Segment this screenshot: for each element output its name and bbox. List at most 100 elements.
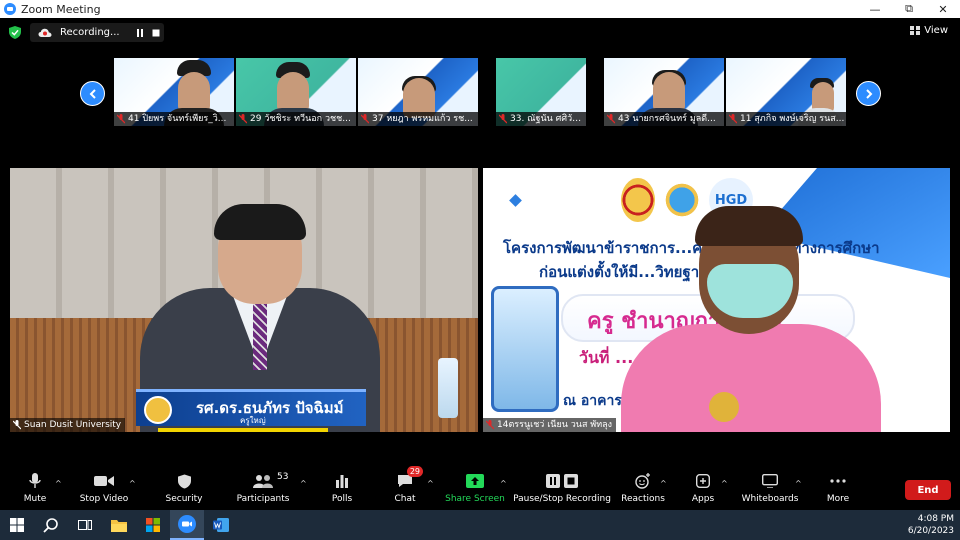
chat-options-caret-icon[interactable]: ^	[427, 479, 434, 488]
participant-thumbnail[interactable]: 37 หยฎา พรหมแก้ว รช...	[358, 58, 478, 126]
reactions-button[interactable]: Reactions	[621, 470, 665, 504]
word-app-icon	[213, 518, 229, 532]
university-emblem-icon	[144, 396, 172, 424]
mute-button[interactable]: Mute	[18, 470, 52, 504]
search-icon	[43, 518, 58, 533]
participant-thumbnail[interactable]: 33. ณัฐนัน ศศิวัจนีฟลิฐ ...	[496, 58, 586, 126]
share-screen-button[interactable]: Share Screen	[445, 470, 505, 504]
participant-thumbnail-strip: 41 ปิยพร จันทร์เพียร_วิ... 29 วัชชิระ ทว…	[114, 58, 848, 126]
stop-video-label: Stop Video	[79, 494, 129, 504]
thumbnails-next-button[interactable]	[856, 81, 881, 106]
pause-stop-recording-icon	[546, 474, 578, 488]
thumbnail-name: 43 นายกรศจินทร์ มูลดี...	[618, 114, 716, 124]
chat-unread-badge: 29	[406, 466, 423, 477]
more-button[interactable]: More	[824, 470, 852, 504]
muted-mic-icon	[607, 114, 615, 124]
video-label-right: 14ตรรนูเชว่ เนียน วนส พัทลุง	[483, 418, 617, 432]
cloud-record-icon	[38, 28, 52, 37]
taskbar-search-button[interactable]	[34, 510, 68, 540]
encryption-shield-icon[interactable]	[9, 26, 21, 39]
participants-count: 53	[277, 472, 289, 482]
presenter-person-image	[611, 204, 891, 432]
muted-mic-icon	[486, 420, 494, 430]
app-tiles-icon	[146, 518, 160, 532]
participant-thumbnail[interactable]: 43 นายกรศจินทร์ มูลดี...	[604, 58, 724, 126]
speaker-video-right[interactable]: HGD โครงการพัฒนาข้าราชการ...ครูและบุคลาก…	[483, 168, 950, 432]
share-screen-label: Share Screen	[445, 494, 505, 504]
stop-recording-button[interactable]	[148, 29, 164, 37]
title-bar: Zoom Meeting — ⧉ ✕	[0, 0, 960, 18]
participants-button[interactable]: 53 Participants	[236, 470, 290, 504]
view-button[interactable]: View	[910, 25, 948, 36]
video-camera-icon	[94, 476, 114, 486]
participant-thumbnail[interactable]: 11 สุภกิจ พงษ์เจริญ รนส...	[726, 58, 846, 126]
participants-options-caret-icon[interactable]: ^	[300, 479, 307, 488]
end-meeting-button[interactable]: End	[905, 480, 951, 500]
water-bottle-image	[438, 358, 458, 418]
thumbnail-caption: 33. ณัฐนัน ศศิวัจนีฟลิฐ ...	[496, 112, 586, 126]
active-speaker-bar	[158, 428, 328, 432]
thumbnail-name: 33. ณัฐนัน ศศิวัจนีฟลิฐ ...	[510, 114, 586, 124]
muted-mic-icon	[361, 114, 369, 124]
apps-button[interactable]: Apps	[690, 470, 716, 504]
windows-logo-icon	[10, 518, 24, 532]
security-label: Security	[165, 494, 203, 504]
file-explorer-button[interactable]	[102, 510, 136, 540]
polls-label: Polls	[331, 494, 353, 504]
thumbnail-caption: 29 วัชชิระ ทวีนอก วชช...	[236, 112, 356, 126]
restore-button[interactable]: ⧉	[892, 0, 926, 18]
speaker-name-caption: รศ.ดร.ธนภัทร ปัจฉิมม์	[196, 399, 344, 417]
participant-thumbnail[interactable]: 41 ปิยพร จันทร์เพียร_วิ...	[114, 58, 234, 126]
thumbnail-name: 37 หยฎา พรหมแก้ว รช...	[372, 114, 473, 124]
smiley-reaction-icon	[635, 473, 650, 489]
zoom-taskbar-button[interactable]	[170, 510, 204, 540]
microphone-icon	[29, 473, 41, 488]
minimize-button[interactable]: —	[858, 0, 892, 18]
participants-label: Participants	[236, 494, 290, 504]
video-options-caret-icon[interactable]: ^	[129, 479, 136, 488]
share-options-caret-icon[interactable]: ^	[500, 479, 507, 488]
whiteboards-button[interactable]: Whiteboards	[741, 470, 799, 504]
reactions-options-caret-icon[interactable]: ^	[660, 479, 667, 488]
mute-options-caret-icon[interactable]: ^	[55, 479, 62, 488]
pause-recording-button[interactable]	[132, 28, 148, 37]
thumbnails-prev-button[interactable]	[80, 81, 105, 106]
thumbnail-name: 11 สุภกิจ พงษ์เจริญ รนส...	[740, 114, 845, 124]
thumbnail-caption: 41 ปิยพร จันทร์เพียร_วิ...	[114, 112, 234, 126]
whiteboards-options-caret-icon[interactable]: ^	[795, 479, 802, 488]
video-participant-name: 14ตรรนูเชว่ เนียน วนส พัทลุง	[497, 420, 613, 430]
whiteboards-label: Whiteboards	[741, 494, 799, 504]
participant-thumbnail[interactable]: 29 วัชชิระ ทวีนอก วชช...	[236, 58, 356, 126]
apps-options-caret-icon[interactable]: ^	[721, 479, 728, 488]
apps-label: Apps	[691, 494, 715, 504]
pause-stop-recording-label: Pause/Stop Recording	[513, 494, 611, 504]
folder-icon	[111, 519, 127, 532]
clock-date: 6/20/2023	[907, 526, 954, 536]
polls-button[interactable]: Polls	[326, 470, 358, 504]
windows-taskbar	[0, 510, 960, 540]
chevron-left-icon	[89, 88, 96, 99]
task-view-button[interactable]	[68, 510, 102, 540]
store-app-button[interactable]	[136, 510, 170, 540]
speaker-video-left[interactable]: รศ.ดร.ธนภัทร ปัจฉิมม์ Suan Dusit Univers…	[10, 168, 478, 432]
diamond-icon	[509, 194, 522, 207]
security-shield-icon	[177, 473, 191, 489]
chat-label: Chat	[394, 494, 416, 504]
start-button[interactable]	[0, 510, 34, 540]
pause-icon	[137, 28, 143, 37]
thumbnail-caption: 37 หยฎา พรหมแก้ว รช...	[358, 112, 478, 126]
recording-label: Recording...	[60, 27, 120, 38]
video-label-left: Suan Dusit University	[10, 418, 126, 432]
apps-icon	[696, 474, 710, 488]
stop-video-button[interactable]: Stop Video	[78, 470, 130, 504]
pause-stop-recording-button[interactable]: Pause/Stop Recording	[513, 470, 611, 504]
close-button[interactable]: ✕	[926, 0, 960, 18]
word-taskbar-button[interactable]	[204, 510, 238, 540]
taskbar-clock[interactable]: 4:08 PM 6/20/2023	[908, 513, 954, 537]
speaker-role-caption: ครูใหญ่	[240, 416, 266, 425]
chat-button[interactable]: 29 Chat	[390, 466, 423, 504]
security-button[interactable]: Security	[164, 470, 204, 504]
polls-chart-icon	[336, 475, 348, 488]
thumbnail-name: 41 ปิยพร จันทร์เพียร_วิ...	[128, 114, 227, 124]
zoom-app-icon	[178, 515, 196, 533]
